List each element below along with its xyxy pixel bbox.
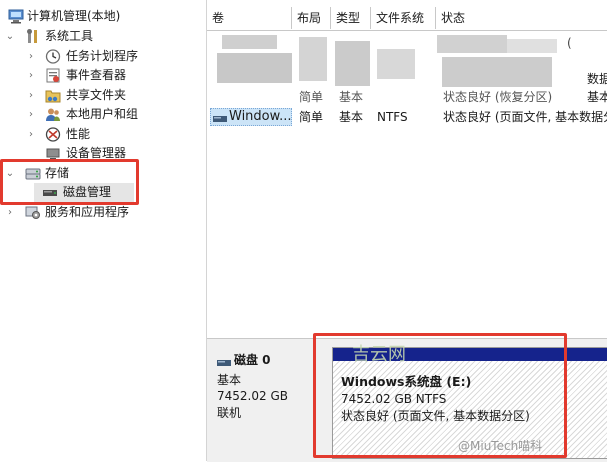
disk-name: 磁盘 0 [234,353,271,367]
chevron-right-icon[interactable]: › [26,105,36,124]
tree-item-performance[interactable]: › 性能 [0,125,206,144]
blur-block [222,35,277,49]
tree-item-event-viewer[interactable]: › 事件查看器 [0,66,206,85]
disk-type: 基本 [217,373,242,387]
partial-row-type: 基本 [339,90,364,104]
shared-folder-icon [45,88,61,103]
volume-name: Window... [229,109,292,124]
disk-info[interactable]: 磁盘 0 基本 7452.02 GB 联机 [207,339,323,462]
disk-size: 7452.02 GB [217,389,288,403]
column-header-filesystem[interactable]: 文件系统 [371,7,436,29]
clipped-text: ( [567,36,572,50]
blur-block [442,57,552,87]
partial-row-layout: 简单 [299,90,324,104]
tree-item-system-tools[interactable]: ⌄ 系统工具 [0,27,206,46]
volume-drive-icon [213,112,227,122]
watermark-corner: @MiuTech喵科 [458,439,543,453]
disk-status: 联机 [217,406,242,420]
chevron-down-icon[interactable]: ⌄ [5,27,15,46]
partial-row-status: 状态良好 (恢复分区) [443,90,553,104]
blur-block [377,49,415,79]
tools-icon [25,29,41,44]
column-header-layout[interactable]: 布局 [292,7,331,29]
chevron-right-icon[interactable]: › [26,66,36,85]
event-viewer-icon [45,68,61,83]
column-header-type[interactable]: 类型 [331,7,371,29]
chevron-right-icon[interactable]: › [5,203,15,222]
clipped-text: 基本 [587,90,607,104]
tree-item-label: 事件查看器 [66,68,127,82]
blur-block [299,37,327,81]
volume-filesystem: NTFS [377,110,408,124]
volume-status: 状态良好 (页面文件, 基本数据分区) [443,110,607,124]
tree-item-label: 本地用户和组 [66,107,139,121]
tree-item-label: 任务计划程序 [66,49,139,63]
blurred-rows: ( 数据 基本 简单 基本 状态良好 (恢复分区) [207,31,607,105]
computer-management-icon [8,9,24,24]
navigation-tree: 计算机管理(本地) ⌄ 系统工具 › 任务计划程序 › 事件查看器 › 共享文件… [0,0,207,461]
chevron-right-icon[interactable]: › [26,86,36,105]
tree-item-label: 共享文件夹 [66,88,127,102]
volume-list-header: 卷 布局 类型 文件系统 状态 [207,0,607,31]
volume-row-windows[interactable]: Window... 简单 基本 NTFS 状态良好 (页面文件, 基本数据分区) [207,107,607,127]
disk-map-pane: 磁盘 0 基本 7452.02 GB 联机 Windows系统盘 (E:) 74… [207,333,607,462]
volume-type: 基本 [339,110,364,124]
column-header-volume[interactable]: 卷 [207,7,292,29]
tree-item-label: 系统工具 [45,29,94,43]
tree-root[interactable]: 计算机管理(本地) [0,7,206,26]
blur-block [217,53,292,83]
chevron-right-icon[interactable]: › [26,47,36,66]
disk-icon [217,356,231,366]
column-header-status[interactable]: 状态 [436,7,607,29]
tree-item-label: 服务和应用程序 [45,205,130,219]
clock-icon [45,49,61,64]
chevron-right-icon[interactable]: › [26,125,36,144]
performance-icon [45,127,61,142]
tree-item-task-scheduler[interactable]: › 任务计划程序 [0,47,206,66]
highlight-box-storage [0,159,139,205]
tree-item-local-users-groups[interactable]: › 本地用户和组 [0,105,206,124]
clipped-text: 数据 [587,72,607,86]
tree-root-label: 计算机管理(本地) [27,9,121,23]
blur-block [437,35,507,53]
tree-item-services-apps[interactable]: › 服务和应用程序 [0,203,206,222]
tree-item-shared-folders[interactable]: › 共享文件夹 [0,86,206,105]
blur-block [507,39,557,53]
services-icon [25,205,41,220]
tree-item-label: 性能 [66,127,91,141]
users-icon [45,107,61,122]
volume-layout: 简单 [299,110,324,124]
blur-block [335,41,370,86]
